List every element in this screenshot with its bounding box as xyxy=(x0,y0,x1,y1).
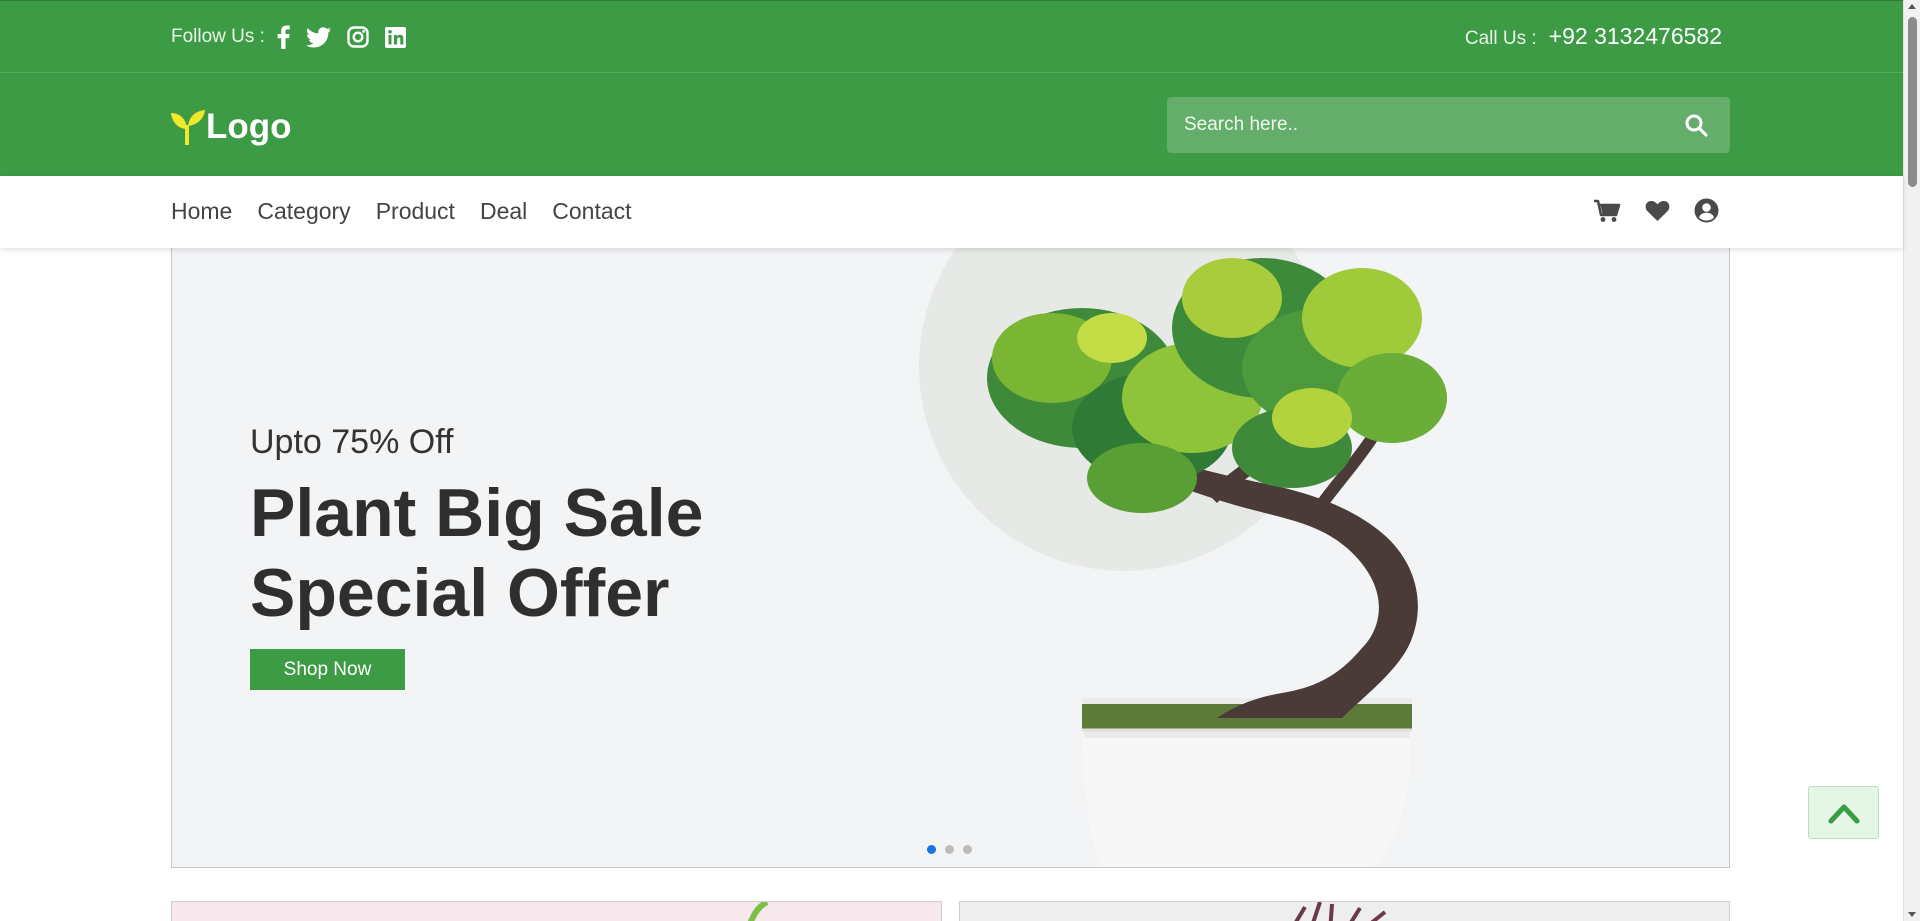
carousel-dot-1[interactable] xyxy=(927,845,936,854)
user-icon[interactable] xyxy=(1694,198,1719,223)
scrollbar-thumb[interactable] xyxy=(1908,17,1917,187)
hero-title-line2: Special Offer xyxy=(250,555,670,631)
cart-icon[interactable] xyxy=(1593,199,1621,223)
nav-item-category[interactable]: Category xyxy=(257,198,350,224)
nav-item-contact[interactable]: Contact xyxy=(552,198,631,224)
hero-title-line1: Plant Big Sale xyxy=(250,475,704,551)
scroll-down-arrow[interactable] xyxy=(1908,912,1916,917)
header: Logo xyxy=(0,73,1903,176)
nav-icons xyxy=(1593,198,1719,223)
sprout-icon xyxy=(171,110,205,145)
hero-subtitle: Upto 75% Off xyxy=(250,423,454,461)
nav-menu: Home Category Product Deal Contact xyxy=(171,198,632,225)
hero-title: Plant Big Sale Special Offer xyxy=(250,473,703,633)
search-input[interactable] xyxy=(1167,97,1662,153)
call-us: Call Us : +92 3132476582 xyxy=(1465,23,1722,50)
nav-item-deal[interactable]: Deal xyxy=(480,198,527,224)
social-links xyxy=(277,25,406,49)
carousel-dot-2[interactable] xyxy=(945,845,954,854)
hero-banner: Upto 75% Off Plant Big Sale Special Offe… xyxy=(171,247,1730,868)
heart-icon[interactable] xyxy=(1645,200,1670,222)
linkedin-icon[interactable] xyxy=(384,26,406,48)
follow-label: Follow Us : xyxy=(171,26,265,47)
logo-text: Logo xyxy=(206,107,292,146)
call-label: Call Us : xyxy=(1464,28,1537,49)
chevron-up-icon xyxy=(1828,804,1859,823)
logo[interactable]: Logo xyxy=(170,107,292,147)
nav-item-home[interactable]: Home xyxy=(171,198,232,224)
plant-leaf-image xyxy=(747,902,769,921)
succulent-image xyxy=(1294,902,1387,921)
carousel-dot-3[interactable] xyxy=(963,845,972,854)
bonsai-plant-image xyxy=(987,258,1447,867)
main-nav: Home Category Product Deal Contact xyxy=(0,176,1903,248)
shop-now-button[interactable]: Shop Now xyxy=(250,649,405,690)
promo-card-left[interactable] xyxy=(171,901,942,921)
twitter-icon[interactable] xyxy=(305,26,331,48)
scroll-up-arrow[interactable] xyxy=(1908,4,1916,9)
back-to-top-button[interactable] xyxy=(1808,786,1879,839)
nav-item-product[interactable]: Product xyxy=(376,198,455,224)
search-icon xyxy=(1685,114,1708,137)
search-bar xyxy=(1167,97,1730,153)
top-bar: Follow Us : Call Us : +92 3132476582 xyxy=(0,0,1903,73)
promo-card-right[interactable] xyxy=(959,901,1730,921)
carousel-indicators xyxy=(927,845,972,854)
phone-number[interactable]: +92 3132476582 xyxy=(1549,23,1722,50)
search-button[interactable] xyxy=(1662,97,1730,153)
follow-us: Follow Us : xyxy=(171,25,406,49)
instagram-icon[interactable] xyxy=(347,26,369,48)
facebook-icon[interactable] xyxy=(277,25,290,49)
page-scrollbar[interactable] xyxy=(1903,0,1920,921)
